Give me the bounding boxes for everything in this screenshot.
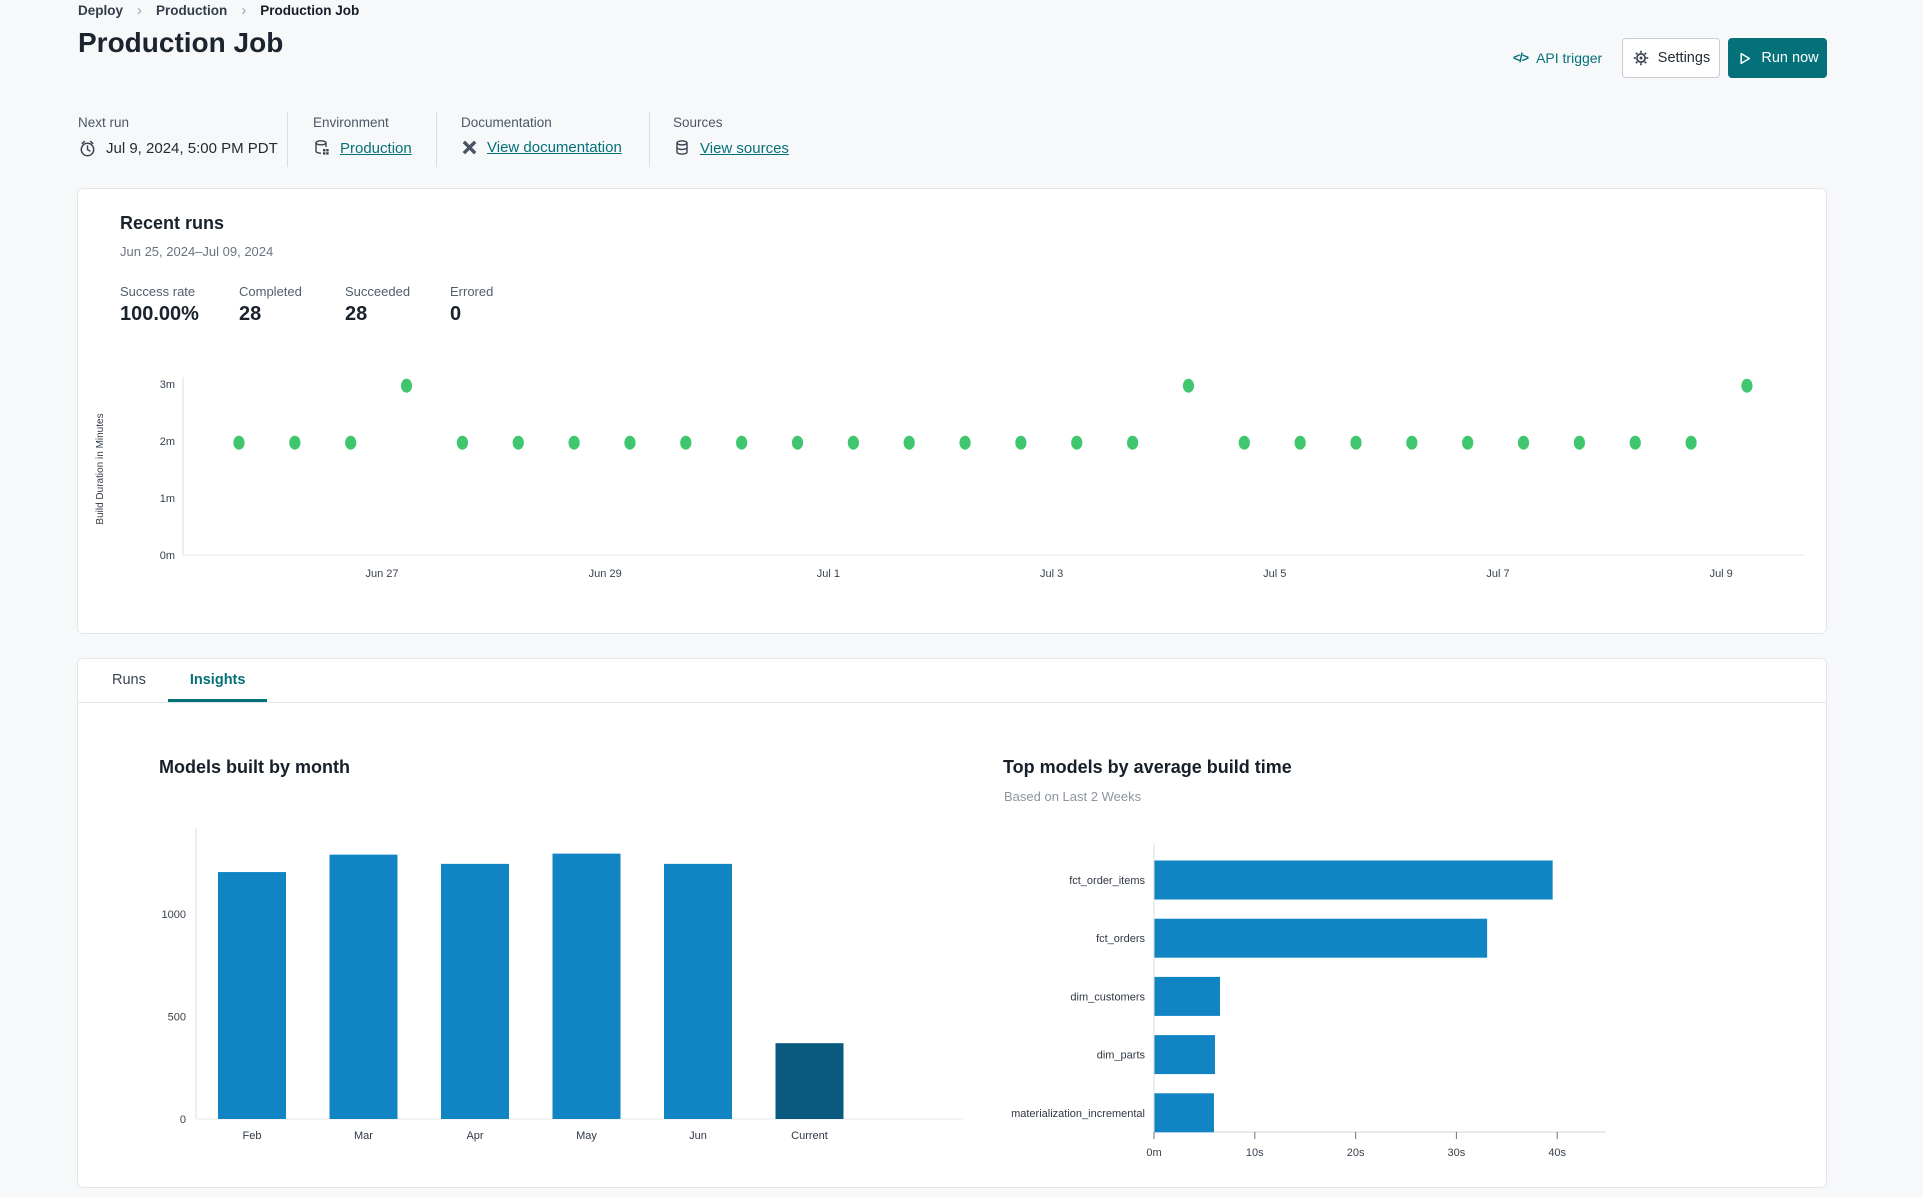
svg-text:0m: 0m: [1146, 1147, 1161, 1159]
svg-text:1000: 1000: [162, 909, 186, 921]
svg-text:1m: 1m: [160, 493, 175, 505]
stat-errored: Errored 0: [450, 284, 493, 326]
top-models-title: Top models by average build time: [1003, 757, 1292, 777]
svg-text:Feb: Feb: [243, 1130, 262, 1142]
models-by-month-chart: 0 500 1000 Feb Mar Apr May Jun Current: [162, 828, 963, 1142]
svg-text:fct_orders: fct_orders: [1096, 933, 1145, 945]
run-now-button[interactable]: Run now: [1728, 38, 1827, 78]
svg-text:20s: 20s: [1347, 1147, 1365, 1159]
run-now-button-label: Run now: [1761, 50, 1819, 66]
models-by-month-title: Models built by month: [159, 757, 350, 777]
insights-panel: Runs Insights Models built by month Top …: [77, 658, 1827, 1188]
top-models-chart: 0m 10s 20s 30s 40s fct_order_items fct_ordersd…: [1011, 843, 1606, 1159]
stat-value: 100.00%: [120, 303, 199, 325]
environment-icon: [313, 139, 331, 157]
top-models-subtitle: Based on Last 2 Weeks: [1004, 789, 1142, 804]
meta-divider: [287, 112, 288, 167]
stat-value: 28: [345, 303, 368, 325]
svg-text:Jul 3: Jul 3: [1040, 568, 1063, 580]
svg-text:Build Duration in Minutes: Build Duration in Minutes: [95, 413, 106, 524]
svg-text:3m: 3m: [160, 379, 175, 391]
tab-insights[interactable]: Insights: [167, 659, 268, 702]
svg-text:0: 0: [180, 1114, 186, 1126]
svg-text:fct_order_items: fct_order_items: [1069, 875, 1145, 887]
stat-label: Completed: [239, 284, 302, 299]
play-icon: [1736, 50, 1753, 67]
stat-value: 28: [239, 303, 262, 325]
svg-text:dim_customers: dim_customers: [1070, 991, 1145, 1003]
svg-text:30s: 30s: [1448, 1147, 1466, 1159]
api-trigger-link[interactable]: </> API trigger: [1513, 50, 1602, 66]
stat-succeeded: Succeeded 28: [345, 284, 410, 326]
settings-button-label: Settings: [1657, 50, 1711, 66]
breadcrumb: Deploy › Production › Production Job: [78, 3, 359, 18]
next-run-value: Jul 9, 2024, 5:00 PM PDT: [106, 140, 278, 157]
svg-text:Jul 5: Jul 5: [1263, 568, 1286, 580]
stat-label: Success rate: [120, 284, 196, 299]
svg-text:May: May: [576, 1130, 597, 1142]
chevron-right-icon: ›: [241, 2, 247, 19]
svg-text:Apr: Apr: [466, 1130, 483, 1142]
dbt-docs-icon: [461, 139, 478, 156]
svg-text:Jun 27: Jun 27: [365, 568, 398, 580]
stat-completed: Completed 28: [239, 284, 302, 326]
breadcrumb-item-production[interactable]: Production: [156, 3, 227, 18]
build-duration-chart: 0m 1m 2m 3m Jun 27 Jun 29 Jul 1 Jul 3 Jul 5 Jul 7…: [95, 377, 1805, 580]
database-icon: [673, 139, 691, 157]
svg-text:Jun 29: Jun 29: [589, 568, 622, 580]
environment-label: Environment: [313, 115, 389, 130]
svg-text:Jul 1: Jul 1: [817, 568, 840, 580]
meta-divider: [649, 112, 650, 167]
sources-label: Sources: [673, 115, 723, 130]
api-trigger-label: API trigger: [1536, 50, 1603, 66]
meta-next-run: Next run Jul 9, 2024, 5:00 PM PDT: [78, 115, 278, 158]
settings-button[interactable]: Settings: [1622, 38, 1720, 78]
svg-text:Current: Current: [791, 1130, 828, 1142]
stat-success-rate: Success rate 100.00%: [120, 284, 199, 326]
svg-text:dim_parts: dim_parts: [1097, 1050, 1146, 1062]
svg-text:Jul 9: Jul 9: [1710, 568, 1733, 580]
recent-runs-title: Recent runs: [120, 213, 225, 233]
alarm-clock-icon: [78, 139, 97, 158]
gear-icon: [1632, 49, 1650, 67]
recent-runs-card: Recent runs Jun 25, 2024–Jul 09, 2024 Su…: [77, 188, 1827, 634]
tab-runs[interactable]: Runs: [90, 659, 168, 702]
view-sources-link[interactable]: View sources: [700, 140, 789, 157]
stat-label: Errored: [450, 284, 494, 299]
svg-text:10s: 10s: [1246, 1147, 1264, 1159]
svg-text:500: 500: [168, 1012, 186, 1024]
next-run-label: Next run: [78, 115, 130, 130]
svg-text:materialization_incremental: materialization_incremental: [1011, 1108, 1145, 1120]
breadcrumb-item-production-job: Production Job: [260, 3, 360, 18]
documentation-label: Documentation: [461, 115, 552, 130]
meta-environment: Environment Production: [313, 115, 412, 157]
recent-runs-date-range: Jun 25, 2024–Jul 09, 2024: [120, 244, 274, 259]
svg-text:Jul 7: Jul 7: [1486, 568, 1509, 580]
svg-text:Jun: Jun: [689, 1130, 707, 1142]
stat-label: Succeeded: [345, 284, 411, 299]
svg-text:40s: 40s: [1548, 1147, 1566, 1159]
view-documentation-link[interactable]: View documentation: [487, 139, 622, 156]
tab-bar: Runs Insights: [78, 659, 1826, 703]
svg-text:2m: 2m: [160, 436, 175, 448]
svg-text:Mar: Mar: [354, 1130, 373, 1142]
meta-documentation: Documentation View documentation: [461, 115, 622, 156]
stat-value: 0: [450, 303, 462, 325]
code-icon: </>: [1513, 51, 1529, 65]
chevron-right-icon: ›: [137, 2, 143, 19]
svg-text:0m: 0m: [160, 550, 175, 562]
breadcrumb-item-deploy[interactable]: Deploy: [78, 3, 123, 18]
meta-divider: [436, 112, 437, 167]
page-title: Production Job: [78, 27, 284, 58]
meta-sources: Sources View sources: [673, 115, 789, 157]
environment-link[interactable]: Production: [340, 140, 412, 157]
